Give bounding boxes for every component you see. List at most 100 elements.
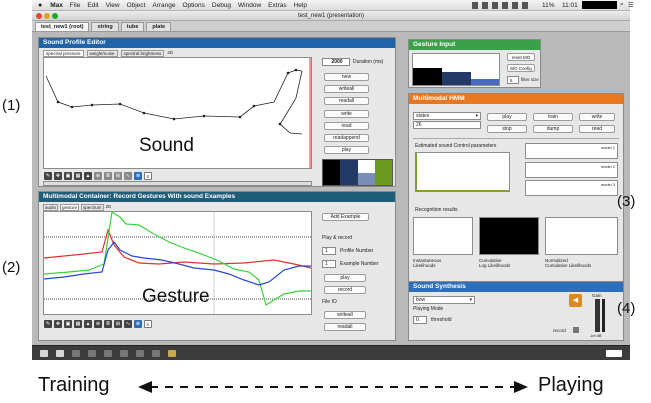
menu-list-icon[interactable]: ☰ <box>628 1 634 9</box>
split-view-icon[interactable] <box>606 350 622 357</box>
play-record-label: Play & record <box>322 235 353 241</box>
wave-icon[interactable]: ∿ <box>124 319 132 328</box>
sound-profile-curve[interactable]: Sound <box>43 57 312 169</box>
move-icon[interactable]: ✥ <box>54 319 62 328</box>
readall-button[interactable]: readall <box>324 97 369 105</box>
filter-size-input[interactable]: 6 <box>507 76 519 84</box>
reference-icon[interactable] <box>136 350 144 357</box>
search-icon[interactable]: ⌕ <box>620 1 624 9</box>
hmm-play-button[interactable]: play <box>487 113 527 121</box>
tab-plate[interactable]: plate <box>146 22 172 31</box>
menu-help[interactable]: Help <box>294 2 307 9</box>
menu-object[interactable]: Object <box>127 2 146 9</box>
tab-string[interactable]: string <box>91 22 119 31</box>
clipboard-icon[interactable] <box>120 350 128 357</box>
menu-icon[interactable]: ≡ <box>144 171 152 180</box>
menu-edit[interactable]: Edit <box>87 2 98 9</box>
layers-icon[interactable]: ≣ <box>104 319 112 328</box>
duration-input[interactable]: 2000 <box>322 58 350 66</box>
zoom-icon[interactable]: ⊕ <box>94 171 102 180</box>
write-button[interactable]: write <box>324 110 369 118</box>
package-icon[interactable] <box>168 350 176 357</box>
grid-icon[interactable]: ▦ <box>74 171 82 180</box>
subtab-spectrum[interactable]: spectrum <box>81 204 104 211</box>
zoom-icon[interactable]: ⊕ <box>94 319 102 328</box>
console-icon[interactable] <box>88 350 96 357</box>
writeall-button[interactable]: writeall <box>324 85 369 93</box>
record-toggle[interactable] <box>573 327 579 333</box>
close-button[interactable] <box>36 13 42 19</box>
reset-mo-button[interactable]: reset MO <box>507 53 535 61</box>
menu-view[interactable]: View <box>106 2 120 9</box>
profile-number-input[interactable]: 1 <box>322 247 336 255</box>
subtab-weight-noise[interactable]: weight/noise <box>86 50 118 57</box>
subtab-spectral-pressure[interactable]: spectral pressure <box>43 50 84 57</box>
menu-icon[interactable]: ≡ <box>144 319 152 328</box>
cursor-icon[interactable]: ▲ <box>84 171 92 180</box>
mo-config-button[interactable]: MO Config <box>507 64 535 72</box>
pencil-icon[interactable]: ✎ <box>44 171 52 180</box>
select-icon[interactable]: ▣ <box>64 171 72 180</box>
hmm-write-button[interactable]: write <box>579 113 615 121</box>
gesture-writeall-button[interactable]: writeall <box>324 311 366 319</box>
grid-toggle-icon[interactable] <box>72 350 80 357</box>
subtab-2d[interactable]: 2D <box>167 50 173 57</box>
subtab-spectral-brightness[interactable]: spectral brightness <box>120 50 165 57</box>
menu-debug[interactable]: Debug <box>212 2 231 9</box>
menu-max[interactable]: Max <box>50 2 63 9</box>
zoom-button[interactable] <box>52 13 58 19</box>
gesture-plot[interactable]: Gesture <box>43 211 312 315</box>
gesture-readall-button[interactable]: readall <box>324 323 366 331</box>
gesture-record-button[interactable]: record <box>324 286 366 294</box>
threshold-label: threshold <box>431 317 452 323</box>
hmm-read-button[interactable]: read <box>579 125 615 133</box>
readappend-button[interactable]: readappend <box>324 134 369 142</box>
menu-file[interactable]: File <box>70 2 80 9</box>
status-icons[interactable] <box>472 2 532 9</box>
swatch-black <box>323 160 341 185</box>
lock-icon[interactable]: ⊗ <box>134 171 142 180</box>
grid-icon[interactable]: ▦ <box>74 319 82 328</box>
gain-slider[interactable] <box>595 299 600 332</box>
menu-extras[interactable]: Extras <box>268 2 286 9</box>
menu-arrange[interactable]: Arrange <box>152 2 175 9</box>
minimize-button[interactable] <box>44 13 50 19</box>
menu-window[interactable]: Window <box>238 2 261 9</box>
sound-subtabs[interactable]: spectral pressure weight/noise spectral … <box>43 50 173 57</box>
cursor-icon[interactable]: ▲ <box>84 319 92 328</box>
layers-icon[interactable]: ≣ <box>104 171 112 180</box>
container-subtabs[interactable]: audio gesture spectrum 2D <box>43 204 111 211</box>
lock-patcher-icon[interactable] <box>40 350 48 357</box>
subtab-gesture[interactable]: gesture <box>60 204 80 211</box>
debug-icon[interactable] <box>152 350 160 357</box>
snap-icon[interactable]: ⊞ <box>114 319 122 328</box>
states-value-input[interactable]: 26 <box>413 121 481 129</box>
gesture-play-button[interactable]: play <box>324 274 366 282</box>
play-button[interactable]: play <box>324 146 369 154</box>
new-button[interactable]: new <box>324 73 369 81</box>
pencil-icon[interactable]: ✎ <box>44 319 52 328</box>
tab-tube[interactable]: tube <box>120 22 145 31</box>
menu-options[interactable]: Options <box>182 2 204 9</box>
tab-root[interactable]: test_new1 (root) <box>35 22 90 31</box>
select-icon[interactable]: ▣ <box>64 319 72 328</box>
read-button[interactable]: read <box>324 122 369 130</box>
lock-icon[interactable]: ⊗ <box>134 319 142 328</box>
subtab-audio[interactable]: audio <box>43 204 59 211</box>
snap-icon[interactable]: ⊞ <box>114 171 122 180</box>
playing-mode-dropdown[interactable]: bow ▾ <box>413 296 475 304</box>
hmm-train-button[interactable]: train <box>533 113 573 121</box>
speaker-icon[interactable]: ◀ <box>569 294 582 307</box>
example-number-input[interactable]: 1 <box>322 260 336 268</box>
hmm-dump-button[interactable]: dump <box>533 125 573 133</box>
apple-icon[interactable]: ● <box>38 2 42 9</box>
presentation-icon[interactable] <box>56 350 64 357</box>
add-example-button[interactable]: Add Example <box>322 213 369 221</box>
states-dropdown[interactable]: states ▾ <box>413 112 481 120</box>
threshold-input[interactable]: 0. <box>413 316 427 324</box>
hmm-stop-button[interactable]: stop <box>487 125 527 133</box>
inspector-icon[interactable] <box>104 350 112 357</box>
wave-icon[interactable]: ∿ <box>124 171 132 180</box>
move-icon[interactable]: ✥ <box>54 171 62 180</box>
subtab-2d-gesture[interactable]: 2D <box>106 204 112 211</box>
